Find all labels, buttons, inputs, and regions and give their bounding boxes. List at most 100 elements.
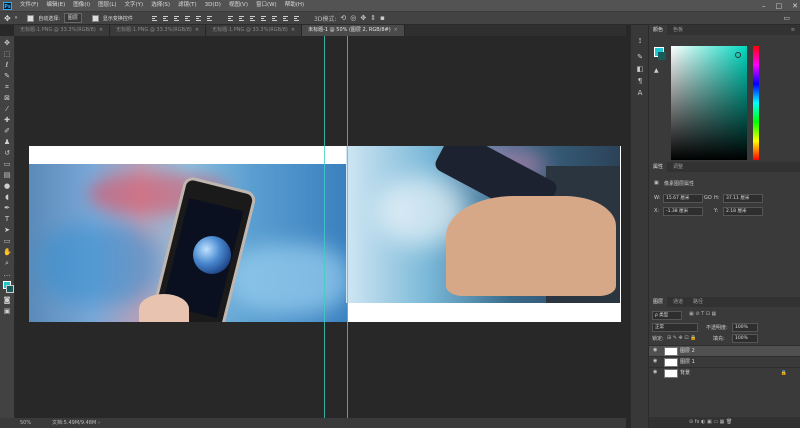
brush-settings-icon[interactable]: ✎: [636, 53, 644, 61]
tab-channels[interactable]: 通道: [669, 297, 687, 307]
zoom-tool-icon[interactable]: ⌕: [3, 259, 11, 267]
maximize-button[interactable]: □: [776, 2, 783, 10]
layer-actions-icons[interactable]: ⊝ fx ◐ ▣ ▭ ▦ 🗑: [689, 419, 732, 425]
lasso-tool-icon[interactable]: ℓ: [3, 61, 11, 69]
move-tool-icon[interactable]: ✥: [3, 39, 11, 47]
layer-row[interactable]: ◉ 图层 2: [649, 345, 800, 356]
tab-paths[interactable]: 路径: [689, 297, 707, 307]
close-icon[interactable]: ×: [195, 27, 199, 33]
canvas-area[interactable]: [15, 36, 626, 418]
distribute-hcenter-icon[interactable]: [270, 14, 278, 22]
align-vcenter-icon[interactable]: [161, 14, 169, 22]
menu-image[interactable]: 图像(I): [69, 0, 94, 11]
minimize-button[interactable]: –: [762, 2, 766, 10]
tab-properties[interactable]: 属性: [649, 162, 668, 172]
eye-icon[interactable]: ◉: [653, 348, 658, 353]
auto-select-checkbox[interactable]: [27, 14, 35, 22]
tab-adjustments[interactable]: 调整: [669, 162, 687, 172]
menu-filter[interactable]: 滤镜(T): [174, 0, 201, 11]
clone-stamp-tool-icon[interactable]: ♟: [3, 138, 11, 146]
distribute-top-icon[interactable]: [226, 14, 234, 22]
height-field[interactable]: 37.11 厘米: [723, 194, 763, 203]
distribute-bottom-icon[interactable]: [248, 14, 256, 22]
type-tool-icon[interactable]: T: [3, 215, 11, 223]
align-left-icon[interactable]: [183, 14, 191, 22]
width-field[interactable]: 15.67 厘米: [663, 194, 703, 203]
menu-3d[interactable]: 3D(D): [201, 0, 225, 11]
gradient-tool-icon[interactable]: ▤: [3, 171, 11, 179]
paragraph-icon[interactable]: ¶: [636, 77, 644, 85]
eyedropper-tool-icon[interactable]: ⁄: [3, 105, 11, 113]
tab-swatches[interactable]: 色板: [669, 25, 687, 35]
auto-select-dropdown[interactable]: 图层: [63, 13, 82, 23]
align-right-icon[interactable]: [205, 14, 213, 22]
menu-select[interactable]: 选择(S): [147, 0, 174, 11]
tab-color[interactable]: 颜色: [649, 25, 668, 35]
character-icon[interactable]: A: [636, 89, 644, 97]
tab-document-3[interactable]: 无标题-1.PNG @ 33.3%(RGB/8) ×: [206, 25, 303, 36]
screen-mode-icon[interactable]: ▣: [3, 307, 11, 315]
guide-line[interactable]: [324, 36, 325, 418]
dodge-tool-icon[interactable]: ◖: [3, 193, 11, 201]
menu-window[interactable]: 窗口(W): [252, 0, 281, 11]
chevron-right-icon[interactable]: ›: [98, 418, 100, 428]
distribute-right-icon[interactable]: [281, 14, 289, 22]
link-dimensions-button[interactable]: GO: [704, 195, 712, 201]
align-top-icon[interactable]: [150, 14, 158, 22]
properties-icon[interactable]: ◧: [636, 65, 644, 73]
healing-brush-tool-icon[interactable]: ✚: [3, 116, 11, 124]
tab-document-active[interactable]: 未标题-1 @ 50% (图层 2, RGB/8#) ×: [302, 25, 405, 36]
brush-tool-icon[interactable]: ✐: [3, 127, 11, 135]
3d-rotate-icon[interactable]: ⟲: [340, 14, 346, 22]
blur-tool-icon[interactable]: ●: [3, 182, 11, 190]
blend-mode-dropdown[interactable]: 正常: [652, 323, 698, 332]
crop-tool-icon[interactable]: ⌗: [3, 83, 11, 91]
layer-name[interactable]: 图层 2: [680, 346, 695, 356]
layer-row[interactable]: ◉ 图层 1: [649, 356, 800, 367]
y-field[interactable]: 2.18 厘米: [723, 207, 763, 216]
path-selection-tool-icon[interactable]: ➤: [3, 226, 11, 234]
eye-icon[interactable]: ◉: [653, 359, 658, 364]
align-bottom-icon[interactable]: [172, 14, 180, 22]
layer-image-hands-phone[interactable]: [346, 146, 620, 303]
chevron-down-icon[interactable]: ▾: [15, 15, 18, 21]
align-hcenter-icon[interactable]: [194, 14, 202, 22]
layer-row[interactable]: ◉ 背景 🔒: [649, 367, 800, 378]
distribute-left-icon[interactable]: [259, 14, 267, 22]
lock-icons[interactable]: ⊞ ✎ ✥ ⊡ 🔒: [667, 335, 696, 341]
history-brush-tool-icon[interactable]: ↺: [3, 149, 11, 157]
history-icon[interactable]: ⟟: [636, 37, 644, 45]
guide-line[interactable]: [347, 36, 348, 418]
background-color-swatch[interactable]: [6, 285, 14, 293]
layer-filter-icons[interactable]: ▣ ⊘ T ⊡ ▦: [689, 311, 716, 317]
background-color-swatch[interactable]: [658, 52, 666, 60]
move-tool-icon[interactable]: ✥: [4, 14, 11, 23]
3d-pan-icon[interactable]: ✥: [360, 14, 366, 22]
menu-layer[interactable]: 图层(L): [94, 0, 120, 11]
show-transform-checkbox[interactable]: [91, 14, 99, 22]
quick-select-tool-icon[interactable]: ✎: [3, 72, 11, 80]
frame-tool-icon[interactable]: ⊠: [3, 94, 11, 102]
distribute-vcenter-icon[interactable]: [237, 14, 245, 22]
hue-slider[interactable]: [753, 46, 759, 160]
close-button[interactable]: ✕: [792, 2, 798, 10]
marquee-tool-icon[interactable]: ⬚: [3, 50, 11, 58]
tab-document-2[interactable]: 无标题-1.PNG @ 33.3%(RGB/8) ×: [110, 25, 207, 36]
hand-tool-icon[interactable]: ✋: [3, 248, 12, 256]
quick-mask-icon[interactable]: ◙: [3, 296, 11, 304]
color-picker-marker[interactable]: [735, 52, 741, 58]
opacity-field[interactable]: 100%: [732, 323, 758, 332]
close-icon[interactable]: ×: [99, 27, 103, 33]
tab-layers[interactable]: 图层: [649, 297, 668, 307]
menu-edit[interactable]: 编辑(E): [42, 0, 69, 11]
zoom-level[interactable]: 50%: [20, 418, 31, 428]
layer-name[interactable]: 图层 1: [680, 357, 695, 367]
menu-view[interactable]: 视图(V): [225, 0, 252, 11]
fill-field[interactable]: 100%: [732, 334, 758, 343]
3d-scale-icon[interactable]: ▪: [380, 14, 385, 22]
layer-image-phone-earth[interactable]: [29, 164, 348, 322]
rectangle-tool-icon[interactable]: ▭: [3, 237, 11, 245]
pen-tool-icon[interactable]: ✒: [3, 204, 11, 212]
layer-name[interactable]: 背景: [680, 368, 690, 378]
close-icon[interactable]: ×: [291, 27, 295, 33]
